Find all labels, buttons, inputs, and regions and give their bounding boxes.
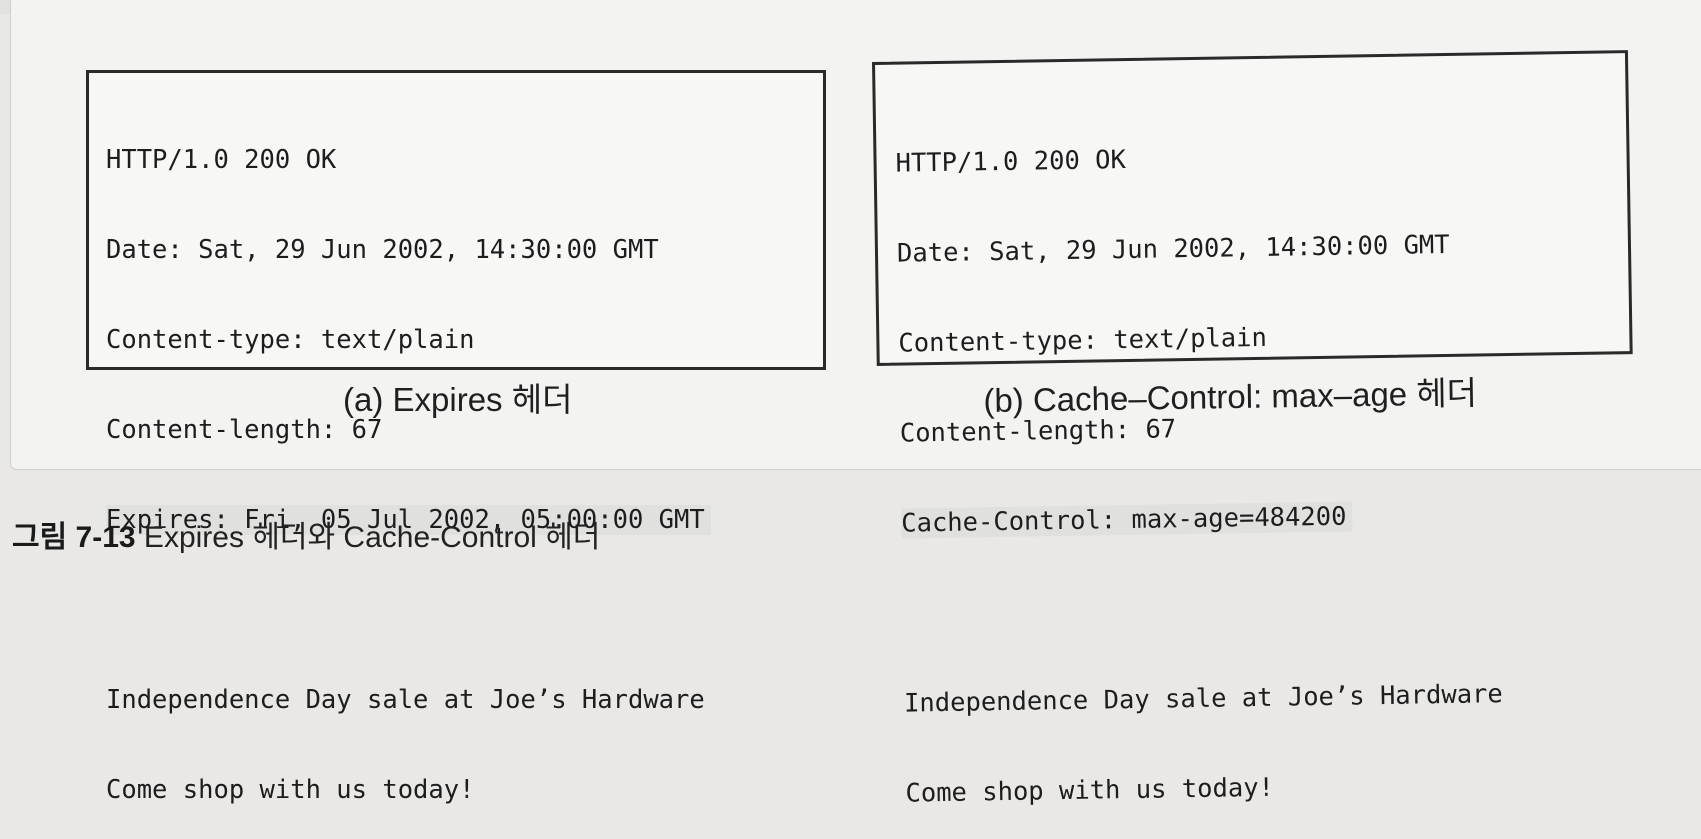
http-response-expires-box: HTTP/1.0 200 OK Date: Sat, 29 Jun 2002, … xyxy=(86,70,826,805)
caption-text-b: Cache–Control: max–age 헤더 xyxy=(1023,374,1478,419)
figure-number: 그림 7-13 xyxy=(12,521,136,554)
date-header-line: Date: Sat, 29 Jun 2002, 14:30:00 GMT xyxy=(896,229,1450,269)
caption-expires: (a) Expires 헤더 xyxy=(343,373,572,421)
caption-text-a: Expires 헤더 xyxy=(383,381,573,418)
figure-title: 그림 7-13 Expires 헤더와 Cache-Control 헤더 xyxy=(12,512,600,556)
caption-tag-a: (a) xyxy=(343,381,384,418)
caption-cache-control: (b) Cache–Control: max–age 헤더 xyxy=(983,366,1477,422)
status-line: HTTP/1.0 200 OK xyxy=(106,145,337,175)
content-type-header-line: Content-type: text/plain xyxy=(898,322,1268,359)
cache-control-header-highlight: Cache-Control: max-age=484200 xyxy=(901,501,1353,539)
content-type-header-line: Content-type: text/plain xyxy=(106,325,475,355)
date-header-line: Date: Sat, 29 Jun 2002, 14:30:00 GMT xyxy=(106,235,659,265)
figure-title-text: Expires 헤더와 Cache-Control 헤더 xyxy=(135,521,601,554)
status-line: HTTP/1.0 200 OK xyxy=(895,145,1127,179)
body-line-1: Independence Day sale at Joe’s Hardware xyxy=(106,685,705,715)
caption-tag-b: (b) xyxy=(983,381,1025,419)
http-response-cache-control-box: HTTP/1.0 200 OK Date: Sat, 29 Jun 2002, … xyxy=(872,50,1633,809)
body-line-1: Independence Day sale at Joe’s Hardware xyxy=(903,679,1503,719)
body-line-2: Come shop with us today! xyxy=(905,772,1275,809)
body-line-2: Come shop with us today! xyxy=(106,775,475,805)
